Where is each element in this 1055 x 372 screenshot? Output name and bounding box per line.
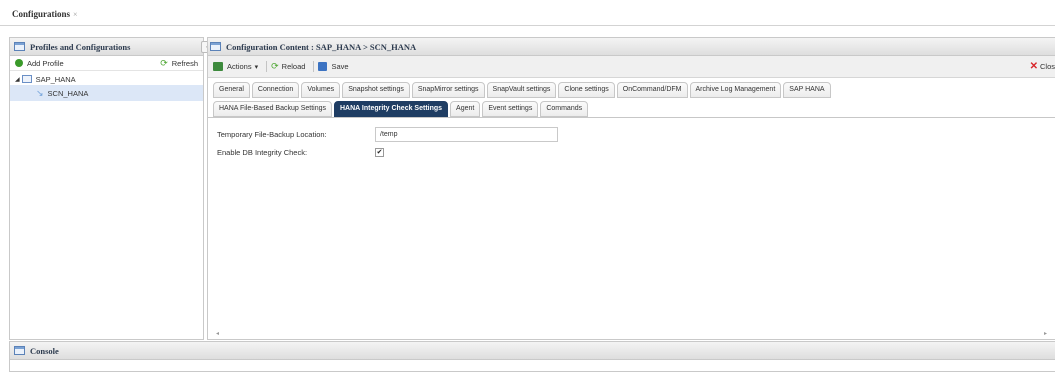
tab-snapmirror-settings[interactable]: SnapMirror settings: [411, 82, 485, 98]
save-icon: [318, 62, 328, 71]
panel-icon: [14, 42, 25, 51]
panel-icon: [14, 346, 25, 355]
add-profile-button[interactable]: Add Profile: [15, 59, 64, 68]
save-button[interactable]: Save: [318, 62, 349, 71]
tab-configurations[interactable]: Configurations ×: [6, 6, 84, 26]
close-icon: ✕: [1029, 61, 1038, 72]
tree-node-scn-hana[interactable]: ↘ SCN_HANA: [10, 85, 203, 101]
tab-row-1: General Connection Volumes Snapshot sett…: [208, 78, 1055, 98]
console-header[interactable]: Console: [10, 342, 1055, 360]
tab-general[interactable]: General: [213, 82, 250, 98]
folder-icon: [21, 75, 32, 83]
reload-label: Reload: [281, 62, 306, 71]
integrity-check-row: Enable DB Integrity Check: ✔: [217, 143, 1046, 161]
refresh-button[interactable]: ⟳ Refresh: [160, 58, 198, 69]
content-panel-title: Configuration Content : SAP_HANA > SCN_H…: [226, 41, 417, 52]
profiles-panel-title: Profiles and Configurations: [30, 41, 131, 52]
toolbar-divider: [266, 61, 268, 72]
tab-connection[interactable]: Connection: [251, 82, 300, 98]
scroll-left-icon[interactable]: ◂: [216, 330, 219, 337]
content-panel-header: Configuration Content : SAP_HANA > SCN_H…: [208, 38, 1055, 56]
tab-row-2: HANA File-Based Backup Settings HANA Int…: [208, 98, 1055, 118]
tab-oncommand-dfm[interactable]: OnCommand/DFM: [616, 82, 688, 98]
tree-node-sap-hana[interactable]: ◢ SAP_HANA: [10, 73, 203, 85]
tab-clone-settings[interactable]: Clone settings: [558, 82, 615, 98]
refresh-label: Refresh: [171, 58, 198, 68]
close-tab-icon[interactable]: ×: [73, 10, 78, 19]
tab-hana-file-based-backup[interactable]: HANA File-Based Backup Settings: [213, 101, 332, 117]
horizontal-scrollbar[interactable]: ◂ ▸: [208, 329, 1055, 339]
tab-commands[interactable]: Commands: [540, 101, 589, 117]
reload-icon: ⟳: [271, 61, 279, 71]
integrity-check-form: Temporary File-Backup Location: Enable D…: [208, 118, 1055, 168]
toolbar-divider: [313, 61, 315, 72]
console-panel: Console: [9, 341, 1055, 372]
scroll-right-icon[interactable]: ▸: [1044, 330, 1047, 337]
chevron-down-icon: ▾: [254, 63, 259, 71]
tab-hana-integrity-check[interactable]: HANA Integrity Check Settings: [334, 101, 449, 117]
temp-location-label: Temporary File-Backup Location:: [217, 129, 327, 139]
profiles-panel-header: Profiles and Configurations «: [10, 38, 215, 56]
tab-snapshot-settings[interactable]: Snapshot settings: [342, 82, 410, 98]
tab-sap-hana[interactable]: SAP HANA: [783, 82, 831, 98]
configuration-content-panel: Configuration Content : SAP_HANA > SCN_H…: [207, 37, 1055, 340]
close-button[interactable]: ✕ Clos: [1030, 61, 1055, 72]
integrity-check-checkbox[interactable]: ✔: [375, 147, 384, 157]
console-title: Console: [30, 345, 59, 356]
close-label: Clos: [1039, 62, 1055, 71]
reload-button[interactable]: ⟳ Reload: [271, 61, 305, 72]
content-toolbar: Actions ▾ ⟳ Reload Save ✕ Clos: [208, 56, 1055, 78]
document-tabstrip: Configurations ×: [0, 0, 1055, 26]
temp-location-input[interactable]: [375, 126, 558, 142]
profiles-panel: Profiles and Configurations « Add Profil…: [9, 37, 215, 340]
save-label: Save: [331, 62, 349, 71]
integrity-check-label: Enable DB Integrity Check:: [217, 147, 308, 157]
profiles-toolbar: Add Profile ⟳ Refresh: [10, 56, 203, 71]
tree-node-label: SAP_HANA: [35, 74, 76, 84]
actions-icon: [213, 62, 223, 71]
add-profile-label: Add Profile: [27, 58, 64, 68]
add-icon: [15, 59, 23, 67]
actions-label: Actions: [227, 62, 252, 71]
tree-node-label: SCN_HANA: [47, 88, 89, 98]
temp-location-row: Temporary File-Backup Location:: [217, 125, 1046, 143]
tab-archive-log-management[interactable]: Archive Log Management: [689, 82, 782, 98]
tab-volumes[interactable]: Volumes: [301, 82, 341, 98]
tab-configurations-label: Configurations: [12, 9, 71, 19]
refresh-icon: ⟳: [160, 57, 168, 68]
tab-snapvault-settings[interactable]: SnapVault settings: [486, 82, 557, 98]
panel-icon: [210, 42, 221, 51]
tab-event-settings[interactable]: Event settings: [482, 101, 539, 117]
actions-menu-button[interactable]: Actions ▾: [213, 62, 258, 71]
expand-caret-icon[interactable]: ◢: [15, 76, 20, 83]
config-leaf-icon: ↘: [36, 87, 44, 98]
tab-agent[interactable]: Agent: [450, 101, 481, 117]
